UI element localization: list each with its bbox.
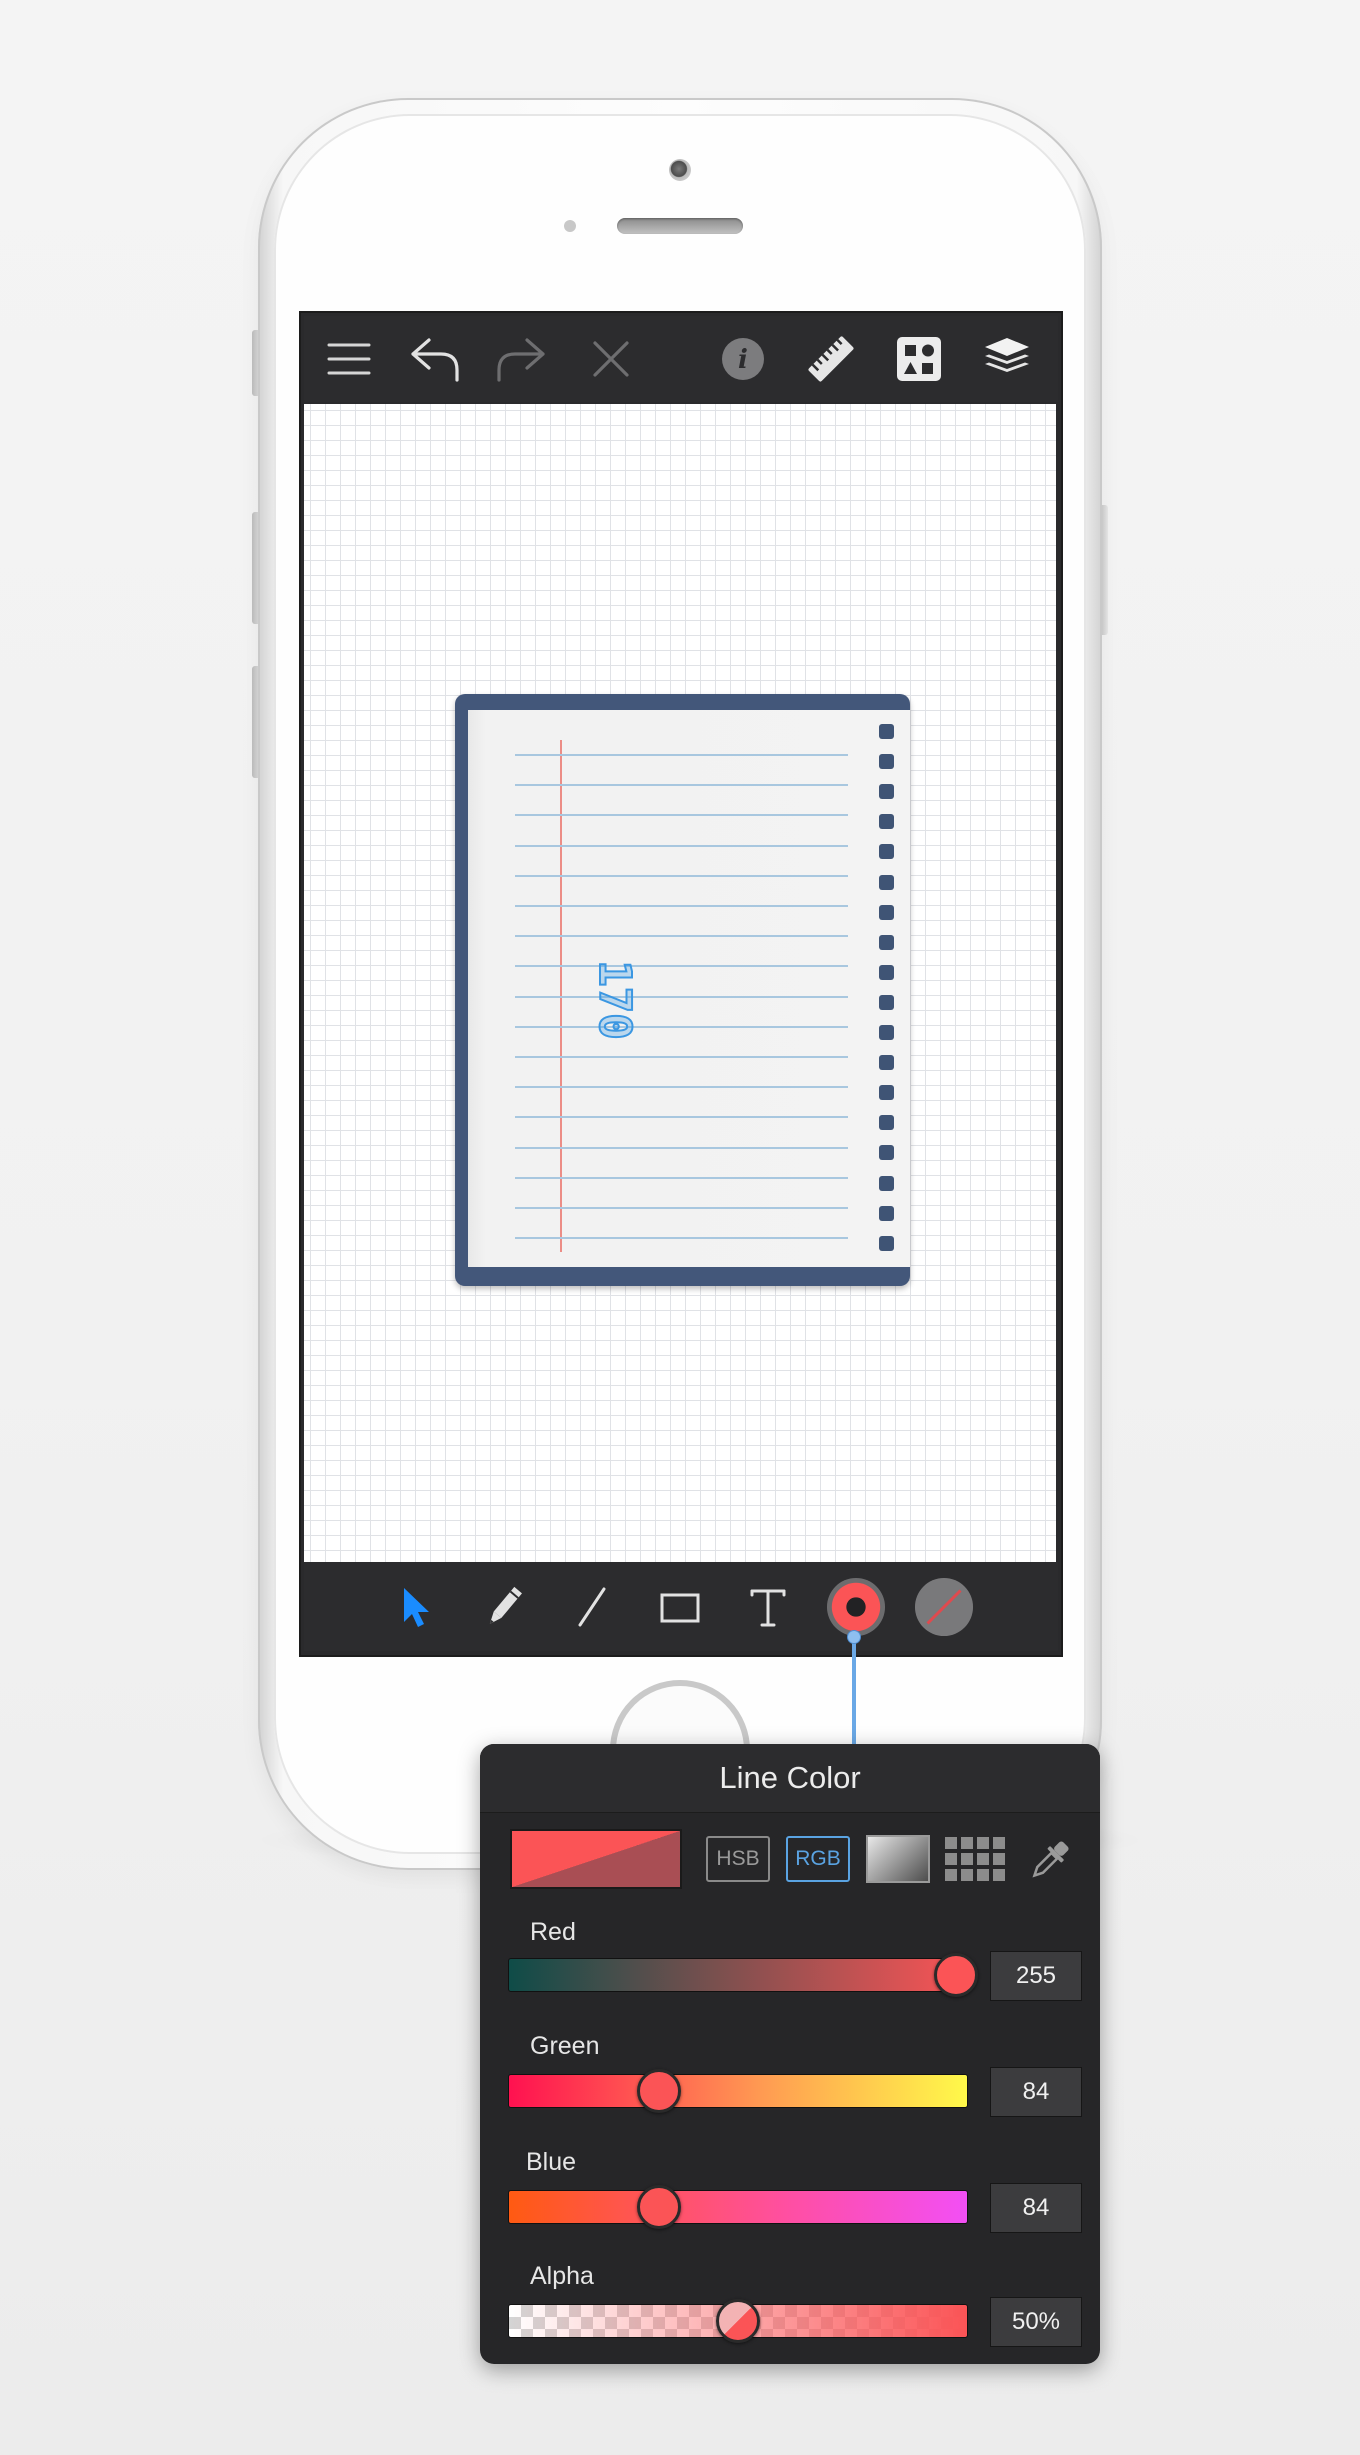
blue-slider-track[interactable]: [508, 2190, 968, 2224]
notebook-rule-line: [515, 784, 848, 787]
popover-anchor-dot: [847, 1630, 861, 1644]
notebook-spiral-hole: [879, 904, 894, 920]
alpha-slider-thumb[interactable]: [716, 2299, 760, 2343]
green-slider-track[interactable]: [508, 2074, 968, 2108]
red-value-field[interactable]: 255: [990, 1951, 1082, 2001]
current-color-swatch[interactable]: [510, 1829, 682, 1889]
notebook-rule-line: [515, 844, 848, 847]
notebook-spiral-hole: [879, 1115, 894, 1131]
notebook-spiral-hole: [879, 964, 894, 980]
notebook-spiral-hole: [879, 754, 894, 770]
undo-icon[interactable]: [408, 332, 462, 386]
notebook-spiral-hole: [879, 1025, 894, 1040]
notebook-rule-line: [515, 814, 848, 817]
blue-value-field[interactable]: 84: [990, 2183, 1082, 2233]
notebook-rule-line: [515, 1207, 848, 1209]
notebook-spiral-hole: [879, 1145, 894, 1161]
line-color-icon[interactable]: [826, 1577, 886, 1637]
notebook-spiral-hole: [879, 784, 894, 800]
info-icon[interactable]: i: [716, 332, 770, 386]
line-tool-icon[interactable]: [562, 1577, 622, 1637]
red-slider-thumb[interactable]: [934, 1953, 978, 1997]
notebook-rule-line: [515, 1176, 848, 1179]
pencil-icon[interactable]: [474, 1577, 534, 1637]
ruler-icon[interactable]: [804, 332, 858, 386]
svg-text:i: i: [738, 345, 748, 375]
notebook-rule-line: [515, 1146, 848, 1149]
notebook-spiral-hole: [879, 934, 894, 950]
notebook-spiral-hole: [879, 1175, 894, 1191]
notebook-spiral-hole: [879, 1205, 894, 1221]
popover-connector: [852, 1636, 856, 1746]
notebook-rule-line: [515, 1086, 848, 1089]
popover-title: Line Color: [480, 1744, 1100, 1813]
close-icon[interactable]: [584, 332, 638, 386]
redo-icon[interactable]: [494, 332, 548, 386]
shapes-library-icon[interactable]: [892, 332, 946, 386]
notebook-spiral-hole: [879, 724, 894, 739]
notebook-spiral-hole: [879, 1235, 894, 1251]
green-label: Green: [530, 2032, 600, 2060]
layers-icon[interactable]: [980, 332, 1034, 386]
blue-slider-thumb[interactable]: [637, 2185, 682, 2229]
notebook-spiral-hole: [879, 994, 894, 1010]
notebook-spiral-hole: [879, 1055, 894, 1071]
menu-icon[interactable]: [322, 332, 376, 386]
red-label: Red: [530, 1918, 576, 1946]
swatches-grid-icon[interactable]: [945, 1837, 1005, 1883]
alpha-value-field[interactable]: 50%: [990, 2297, 1082, 2347]
eyedropper-icon[interactable]: [1024, 1834, 1076, 1886]
red-slider-track[interactable]: [508, 1958, 968, 1992]
notebook-rule-line: [515, 1237, 848, 1240]
gradient-mode-button[interactable]: [866, 1835, 930, 1883]
green-value-field[interactable]: 84: [990, 2067, 1082, 2117]
alpha-label: Alpha: [530, 2262, 594, 2290]
notebook-rule-line: [515, 1056, 848, 1058]
fill-color-icon[interactable]: [914, 1577, 974, 1637]
notebook-spiral-hole: [879, 1085, 894, 1101]
text-tool-icon[interactable]: [738, 1577, 798, 1637]
notebook-rule-line: [515, 754, 848, 756]
notebook-spiral-hole: [879, 874, 894, 890]
earpiece-speaker: [617, 218, 743, 234]
hsb-mode-button[interactable]: HSB: [706, 1836, 770, 1882]
rectangle-tool-icon[interactable]: [650, 1577, 710, 1637]
notebook-spiral-hole: [879, 814, 894, 830]
notebook-rule-line: [515, 935, 848, 938]
notebook-page: [468, 710, 910, 1267]
blue-label: Blue: [526, 2148, 577, 2176]
notebook-rule-line: [515, 1116, 848, 1119]
notebook-spiral-hole: [879, 844, 894, 860]
rgb-mode-button[interactable]: RGB: [786, 1836, 850, 1882]
select-arrow-icon[interactable]: [386, 1577, 446, 1637]
green-slider-thumb[interactable]: [637, 2069, 682, 2113]
front-camera: [669, 159, 691, 181]
notebook-number-text[interactable]: 170: [565, 959, 665, 1040]
proximity-sensor: [564, 220, 576, 232]
notebook-rule-line: [515, 874, 848, 877]
notebook-rule-line: [515, 905, 848, 907]
